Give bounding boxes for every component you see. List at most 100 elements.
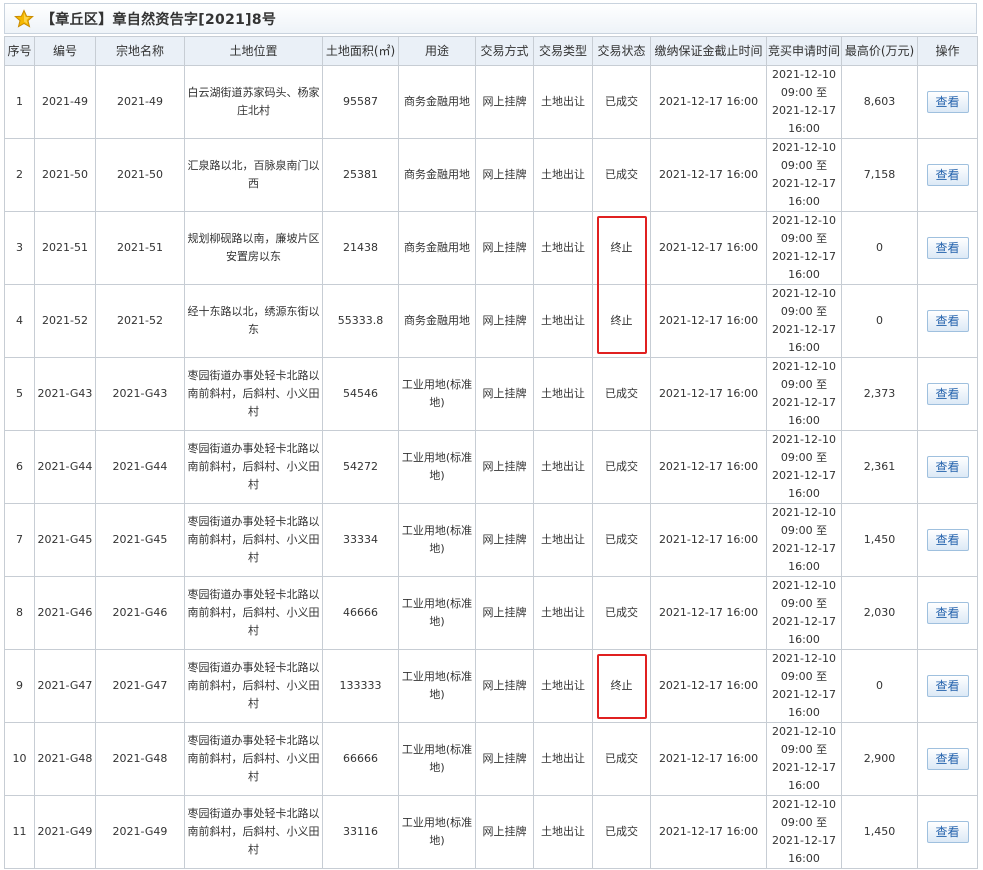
row-apply-time: 2021-12-10 09:00 至 2021-12-17 16:00 — [766, 430, 842, 504]
view-button[interactable]: 查看 — [926, 91, 969, 113]
row-trade-status: 已成交 — [592, 503, 651, 577]
row-deposit-deadline: 2021-12-17 16:00 — [650, 357, 767, 431]
row-area: 95587 — [322, 65, 399, 139]
row-location: 枣园街道办事处轻卡北路以南前斜村，后斜村、小义田村 — [184, 503, 323, 577]
apply-time-end: 2021-12-17 16:00 — [772, 250, 836, 281]
row-location: 汇泉路以北，百脉泉南门以西 — [184, 138, 323, 212]
row-location: 枣园街道办事处轻卡北路以南前斜村，后斜村、小义田村 — [184, 357, 323, 431]
apply-time-start: 2021-12-10 09:00 至 — [772, 725, 836, 756]
row-apply-time: 2021-12-10 09:00 至 2021-12-17 16:00 — [766, 795, 842, 869]
view-button[interactable]: 查看 — [926, 821, 969, 843]
row-usage: 商务金融用地 — [398, 211, 476, 285]
row-usage: 工业用地(标准地) — [398, 503, 476, 577]
apply-time-end: 2021-12-17 16:00 — [772, 688, 836, 719]
table-row: 1 2021-49 2021-49 白云湖街道苏家码头、杨家庄北村 95587 商务金融用… — [4, 65, 978, 139]
row-deposit-deadline: 2021-12-17 16:00 — [650, 795, 767, 869]
row-deposit-deadline: 2021-12-17 16:00 — [650, 722, 767, 796]
row-code: 2021-51 — [34, 211, 96, 285]
row-seq: 9 — [4, 649, 35, 723]
view-button[interactable]: 查看 — [926, 675, 969, 697]
apply-time-start: 2021-12-10 09:00 至 — [772, 652, 836, 683]
row-seq: 3 — [4, 211, 35, 285]
panel-title: 【章丘区】章自然资告字[2021]8号 — [41, 11, 277, 28]
row-parcel-name: 2021-49 — [95, 65, 185, 139]
apply-time-end: 2021-12-17 16:00 — [772, 761, 836, 792]
row-area: 21438 — [322, 211, 399, 285]
column-header-area: 土地面积(㎡) — [322, 36, 399, 66]
view-button[interactable]: 查看 — [926, 383, 969, 405]
apply-time-end: 2021-12-17 16:00 — [772, 323, 836, 354]
column-header-max-price: 最高价(万元) — [841, 36, 918, 66]
apply-time-start: 2021-12-10 09:00 至 — [772, 579, 836, 610]
apply-time-start: 2021-12-10 09:00 至 — [772, 433, 836, 464]
row-trade-status: 已成交 — [592, 357, 651, 431]
row-trade-status: 已成交 — [592, 65, 651, 139]
row-trade-status: 已成交 — [592, 795, 651, 869]
row-location: 枣园街道办事处轻卡北路以南前斜村，后斜村、小义田村 — [184, 576, 323, 650]
row-action: 查看 — [917, 357, 978, 431]
table-row: 10 2021-G48 2021-G48 枣园街道办事处轻卡北路以南前斜村，后斜村、小… — [4, 722, 978, 796]
row-deposit-deadline: 2021-12-17 16:00 — [650, 649, 767, 723]
table-header-row: 序号 编号 宗地名称 土地位置 土地面积(㎡) 用途 交易方式 交易类型 交易状… — [4, 36, 978, 66]
row-max-price: 2,030 — [841, 576, 918, 650]
view-button[interactable]: 查看 — [926, 456, 969, 478]
row-action: 查看 — [917, 649, 978, 723]
row-usage: 工业用地(标准地) — [398, 722, 476, 796]
apply-time-start: 2021-12-10 09:00 至 — [772, 360, 836, 391]
row-deposit-deadline: 2021-12-17 16:00 — [650, 503, 767, 577]
row-seq: 7 — [4, 503, 35, 577]
row-max-price: 2,361 — [841, 430, 918, 504]
row-max-price: 0 — [841, 649, 918, 723]
row-seq: 6 — [4, 430, 35, 504]
row-action: 查看 — [917, 211, 978, 285]
table-row: 6 2021-G44 2021-G44 枣园街道办事处轻卡北路以南前斜村，后斜村、小义… — [4, 430, 978, 504]
row-trade-method: 网上挂牌 — [475, 576, 534, 650]
table-row: 9 2021-G47 2021-G47 枣园街道办事处轻卡北路以南前斜村，后斜村、小义… — [4, 649, 978, 723]
apply-time-end: 2021-12-17 16:00 — [772, 615, 836, 646]
row-area: 33334 — [322, 503, 399, 577]
row-max-price: 0 — [841, 284, 918, 358]
row-deposit-deadline: 2021-12-17 16:00 — [650, 65, 767, 139]
view-button[interactable]: 查看 — [926, 164, 969, 186]
row-action: 查看 — [917, 138, 978, 212]
column-header-deposit-deadline: 缴纳保证金截止时间 — [650, 36, 767, 66]
column-header-parcel-name: 宗地名称 — [95, 36, 185, 66]
view-button[interactable]: 查看 — [926, 237, 969, 259]
row-trade-status: 已成交 — [592, 576, 651, 650]
table-row: 3 2021-51 2021-51 规划柳砚路以南，廉坡片区安置房以东 21438 商务金… — [4, 211, 978, 285]
row-trade-method: 网上挂牌 — [475, 211, 534, 285]
column-header-trade-status: 交易状态 — [592, 36, 651, 66]
row-location: 枣园街道办事处轻卡北路以南前斜村，后斜村、小义田村 — [184, 722, 323, 796]
view-button[interactable]: 查看 — [926, 310, 969, 332]
view-button[interactable]: 查看 — [926, 602, 969, 624]
row-action: 查看 — [917, 503, 978, 577]
table-row: 5 2021-G43 2021-G43 枣园街道办事处轻卡北路以南前斜村，后斜村、小义… — [4, 357, 978, 431]
row-max-price: 1,450 — [841, 503, 918, 577]
row-action: 查看 — [917, 65, 978, 139]
row-parcel-name: 2021-52 — [95, 284, 185, 358]
row-trade-type: 土地出让 — [533, 576, 593, 650]
view-button[interactable]: 查看 — [926, 748, 969, 770]
row-usage: 工业用地(标准地) — [398, 576, 476, 650]
row-deposit-deadline: 2021-12-17 16:00 — [650, 211, 767, 285]
table-body: 1 2021-49 2021-49 白云湖街道苏家码头、杨家庄北村 95587 商务金融用… — [4, 65, 978, 869]
row-trade-type: 土地出让 — [533, 430, 593, 504]
row-location: 枣园街道办事处轻卡北路以南前斜村，后斜村、小义田村 — [184, 430, 323, 504]
row-apply-time: 2021-12-10 09:00 至 2021-12-17 16:00 — [766, 211, 842, 285]
apply-time-start: 2021-12-10 09:00 至 — [772, 68, 836, 99]
row-trade-status: 终止 — [592, 284, 651, 358]
row-usage: 工业用地(标准地) — [398, 649, 476, 723]
row-trade-method: 网上挂牌 — [475, 284, 534, 358]
row-action: 查看 — [917, 722, 978, 796]
row-max-price: 0 — [841, 211, 918, 285]
apply-time-end: 2021-12-17 16:00 — [772, 834, 836, 865]
view-button[interactable]: 查看 — [926, 529, 969, 551]
row-apply-time: 2021-12-10 09:00 至 2021-12-17 16:00 — [766, 284, 842, 358]
row-usage: 商务金融用地 — [398, 65, 476, 139]
row-seq: 2 — [4, 138, 35, 212]
row-area: 54546 — [322, 357, 399, 431]
table-row: 2 2021-50 2021-50 汇泉路以北，百脉泉南门以西 25381 商务金融用地网… — [4, 138, 978, 212]
row-parcel-name: 2021-50 — [95, 138, 185, 212]
row-seq: 10 — [4, 722, 35, 796]
row-code: 2021-G47 — [34, 649, 96, 723]
